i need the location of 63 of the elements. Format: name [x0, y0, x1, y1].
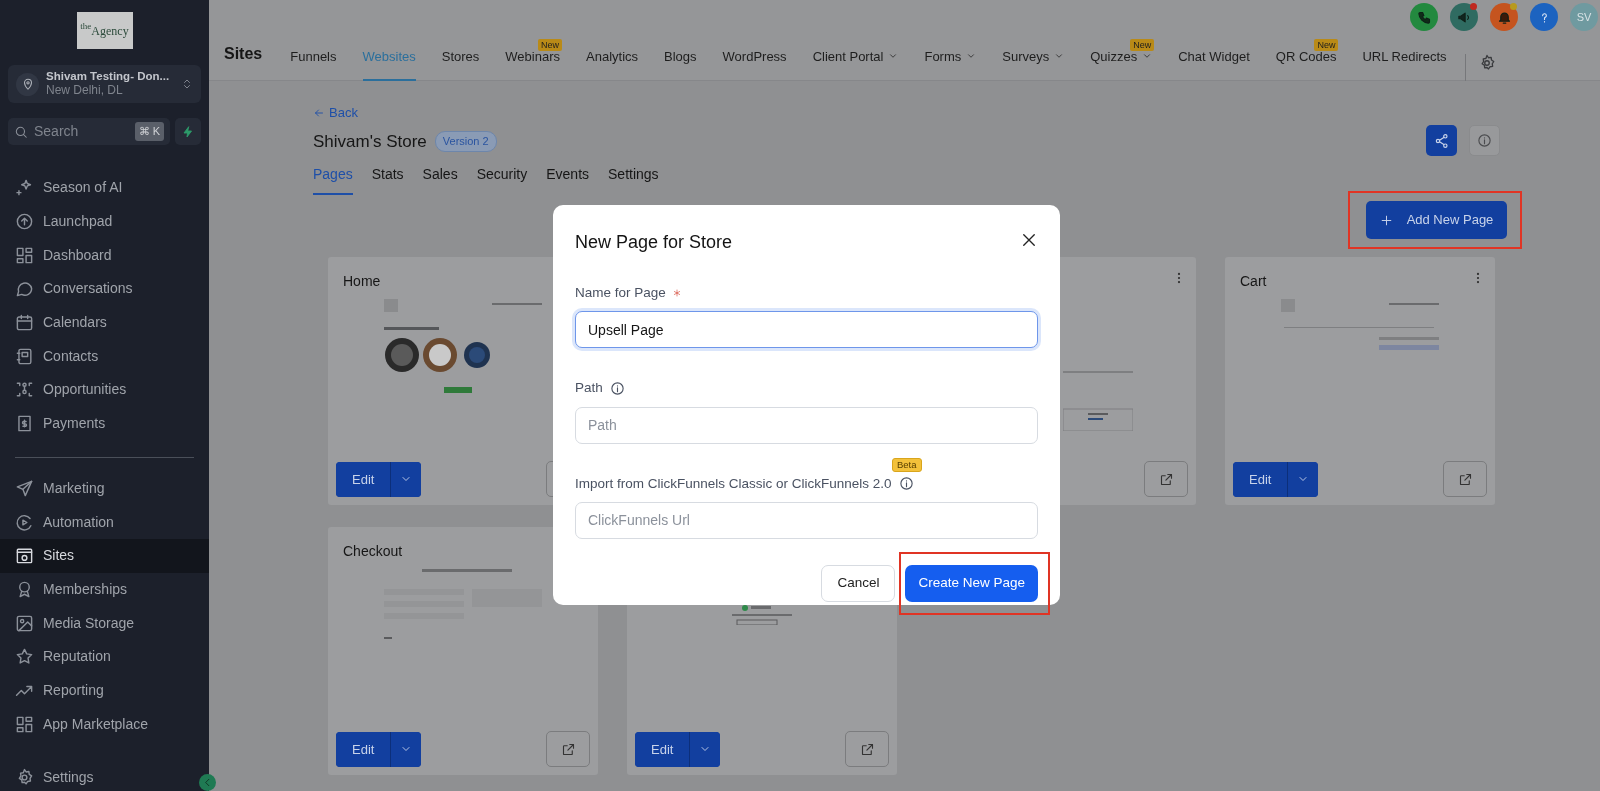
sidebar-item[interactable]: Dashboard: [0, 238, 209, 273]
sidebar-item[interactable]: Marketing: [0, 471, 209, 506]
nav-tab[interactable]: Chat Widget: [1178, 46, 1250, 81]
input-field[interactable]: Path: [575, 406, 1038, 444]
sidebar-item[interactable]: App Marketplace: [0, 707, 209, 741]
sidebar-item[interactable]: Season of AI: [0, 171, 209, 205]
sidebar-item[interactable]: Sites: [0, 538, 209, 573]
cancel-button[interactable]: Cancel: [821, 564, 896, 602]
sidebar-item[interactable]: Contacts: [0, 339, 209, 374]
new-badge: New: [1130, 38, 1155, 51]
account-name: Shivam Testing- Don...: [46, 70, 170, 84]
sidebar-item[interactable]: Settings: [0, 763, 109, 791]
card-title: Home: [343, 273, 381, 290]
nav-tab[interactable]: URL Redirects: [1362, 46, 1447, 81]
version-badge: Version 2: [434, 131, 497, 152]
card-title: Checkout: [343, 543, 403, 560]
section-tab[interactable]: Events: [546, 164, 590, 196]
beta-badge: Beta: [892, 457, 922, 472]
edit-button[interactable]: Edit: [336, 461, 392, 497]
field-label: Name for Page: [575, 284, 666, 302]
input-field[interactable]: ClickFunnels Url: [575, 501, 1038, 539]
shortcut-key: ⌘ K: [134, 122, 164, 141]
sidebar-item[interactable]: Memberships: [0, 572, 209, 607]
nav-tab[interactable]: Forms: [924, 46, 977, 81]
sidebar-item[interactable]: Automation: [0, 505, 209, 539]
sidebar-item[interactable]: Payments: [0, 406, 209, 441]
search-field[interactable]: Search ⌘ K: [8, 118, 170, 145]
field-label: Path: [575, 379, 603, 398]
create-page-button[interactable]: Create New Page: [905, 564, 1038, 602]
store-title: Shivam's Store: [313, 130, 427, 153]
account-switcher[interactable]: Shivam Testing- Don... New Delhi, DL: [8, 65, 201, 103]
sidebar-item[interactable]: Opportunities: [0, 373, 209, 407]
sidebar-item[interactable]: Media Storage: [0, 606, 209, 640]
sidebar-item[interactable]: Calendars: [0, 305, 209, 340]
nav-tab[interactable]: Blogs: [664, 46, 697, 81]
nav-tab[interactable]: Stores: [441, 46, 480, 81]
field-label: Import from ClickFunnels Classic or ClickFunnels 2.0: [575, 474, 892, 493]
page-title: Sites: [224, 44, 263, 64]
sidebar-item[interactable]: Reputation: [0, 639, 209, 674]
account-location: New Delhi, DL: [46, 83, 124, 98]
new-badge: New: [538, 38, 562, 51]
nav-tab[interactable]: Funnels: [290, 46, 337, 81]
new-badge: New: [1314, 38, 1339, 51]
card-title: Cart: [1240, 273, 1267, 290]
dialog-title: New Page for Store: [575, 232, 733, 252]
section-tab[interactable]: Security: [476, 164, 528, 196]
section-tab[interactable]: Sales: [422, 164, 458, 196]
nav-tab[interactable]: WordPress: [722, 46, 787, 81]
sidebar-item[interactable]: Reporting: [0, 673, 209, 708]
nav-tab[interactable]: Surveys: [1002, 46, 1065, 81]
edit-button[interactable]: Edit: [336, 731, 392, 767]
nav-tab[interactable]: Analytics: [586, 46, 639, 81]
logo: $^{the}$Agency: [76, 12, 133, 49]
sidebar-item[interactable]: Conversations: [0, 272, 209, 306]
section-tab[interactable]: Settings: [608, 164, 659, 196]
edit-button[interactable]: Edit: [1233, 461, 1289, 497]
sidebar-item[interactable]: Launchpad: [0, 204, 209, 239]
section-tab[interactable]: Stats: [371, 164, 404, 196]
add-new-page-button[interactable]: Add New Page: [1366, 201, 1507, 239]
input-field[interactable]: Upsell Page: [575, 311, 1038, 349]
edit-button[interactable]: Edit: [635, 731, 691, 767]
nav-tab[interactable]: Client Portal: [812, 46, 899, 81]
search-placeholder: Search: [34, 122, 79, 141]
